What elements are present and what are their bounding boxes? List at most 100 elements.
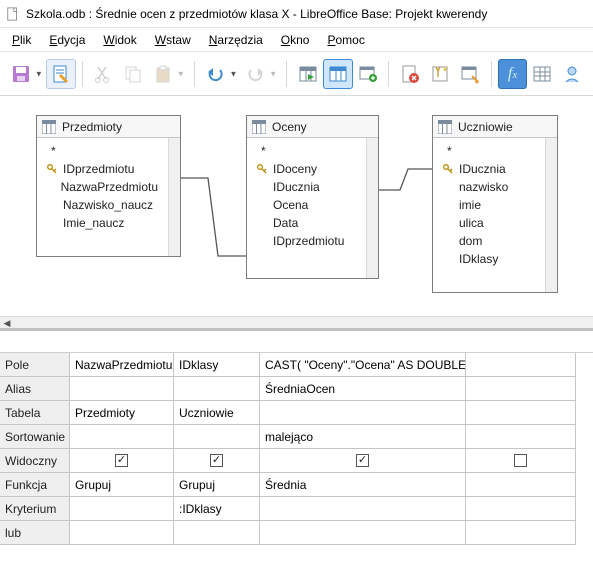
grid-lub-c4[interactable] xyxy=(466,521,576,545)
field-all[interactable]: * xyxy=(443,142,535,160)
field-idprzedmiotu[interactable]: IDprzedmiotu xyxy=(257,232,356,250)
paste-button[interactable]: ▼ xyxy=(148,59,178,89)
field-nazwisko-naucz[interactable]: Nazwisko_naucz xyxy=(47,196,158,214)
grid-alias-c4[interactable] xyxy=(466,377,576,401)
grid-sort-c2[interactable] xyxy=(174,425,260,449)
run-query-button[interactable] xyxy=(293,59,323,89)
grid-lub-c2[interactable] xyxy=(174,521,260,545)
grid-kryt-c4[interactable] xyxy=(466,497,576,521)
grid-pole-c2[interactable]: IDklasy xyxy=(174,353,260,377)
menu-narzedzia[interactable]: Narzędzia xyxy=(201,31,271,49)
grid-visible-c4[interactable] xyxy=(466,449,576,473)
cut-button[interactable] xyxy=(88,59,118,89)
save-button[interactable]: ▼ xyxy=(6,59,36,89)
field-ocena[interactable]: Ocena xyxy=(257,196,356,214)
grid-kryt-c1[interactable] xyxy=(70,497,174,521)
grid-kryt-c2[interactable]: :IDklasy xyxy=(174,497,260,521)
grid-alias-c3[interactable]: ŚredniaOcen xyxy=(260,377,466,401)
menu-okno[interactable]: Okno xyxy=(273,31,318,49)
grid-kryt-c3[interactable] xyxy=(260,497,466,521)
add-table-icon xyxy=(358,64,378,84)
scrollbar-horizontal[interactable]: ◀ xyxy=(0,316,593,328)
grid-visible-c3[interactable] xyxy=(260,449,466,473)
menu-widok[interactable]: Widok xyxy=(95,31,144,49)
grid-alias-c2[interactable] xyxy=(174,377,260,401)
grid-pole-c1[interactable]: NazwaPrzedmiotu xyxy=(70,353,174,377)
grid-funkcja-c3[interactable]: Średnia xyxy=(260,473,466,497)
grid-visible-c1[interactable] xyxy=(70,449,174,473)
add-table-button[interactable] xyxy=(353,59,383,89)
field-iducznia[interactable]: IDucznia xyxy=(257,178,356,196)
table-header[interactable]: Przedmioty xyxy=(37,116,180,138)
grid-sort-c1[interactable] xyxy=(70,425,174,449)
menu-pomoc[interactable]: Pomoc xyxy=(319,31,372,49)
field-iducznia[interactable]: IDucznia xyxy=(443,160,535,178)
table-header[interactable]: Uczniowie xyxy=(433,116,557,138)
properties-button[interactable] xyxy=(455,59,485,89)
grid-tabela-c4[interactable] xyxy=(466,401,576,425)
separator xyxy=(491,61,492,87)
undo-button[interactable]: ▼ xyxy=(201,59,231,89)
grid-funkcja-c1[interactable]: Grupuj xyxy=(70,473,174,497)
field-imie[interactable]: imie xyxy=(443,196,535,214)
edit-mode-button[interactable] xyxy=(46,59,76,89)
grid-visible-c2[interactable] xyxy=(174,449,260,473)
edit-file-icon xyxy=(51,64,71,84)
menu-plik[interactable]: Plik xyxy=(4,31,39,49)
table-grid-button[interactable] xyxy=(527,59,557,89)
grid-lub-c3[interactable] xyxy=(260,521,466,545)
grid-pole-c4[interactable] xyxy=(466,353,576,377)
menu-wstaw[interactable]: Wstaw xyxy=(147,31,199,49)
chevron-down-icon[interactable]: ▼ xyxy=(177,69,185,78)
redo-button[interactable]: ▼ xyxy=(240,59,270,89)
query-designer[interactable]: Przedmioty * IDprzedmiotu NazwaPrzedmiot… xyxy=(0,96,593,328)
field-dom[interactable]: dom xyxy=(443,232,535,250)
grid-pole-c3[interactable]: CAST( "Oceny"."Ocena" AS DOUBLE ) xyxy=(260,353,466,377)
grid-alias-c1[interactable] xyxy=(70,377,174,401)
grid-sort-c4[interactable] xyxy=(466,425,576,449)
field-all[interactable]: * xyxy=(257,142,356,160)
field-nazwaprzedmiotu[interactable]: NazwaPrzedmiotu xyxy=(47,178,158,196)
chevron-down-icon[interactable]: ▼ xyxy=(35,69,43,78)
grid-tabela-c3[interactable] xyxy=(260,401,466,425)
field-idoceny[interactable]: IDoceny xyxy=(257,160,356,178)
grid-lub-c1[interactable] xyxy=(70,521,174,545)
grid-tabela-c1[interactable]: Przedmioty xyxy=(70,401,174,425)
menu-edycja[interactable]: Edycja xyxy=(41,31,93,49)
field-all[interactable]: * xyxy=(47,142,158,160)
table-icon xyxy=(252,120,266,134)
copy-button[interactable] xyxy=(118,59,148,89)
functions-button[interactable]: fx xyxy=(498,59,528,89)
field-imie-naucz[interactable]: Imie_naucz xyxy=(47,214,158,232)
toolbar: ▼ ▼ ▼ ▼ fx xyxy=(0,52,593,96)
distinct-button[interactable] xyxy=(557,59,587,89)
scrollbar-vertical[interactable] xyxy=(168,138,180,256)
new-query-button[interactable] xyxy=(425,59,455,89)
row-label-pole: Pole xyxy=(0,353,70,377)
run-query-icon xyxy=(298,64,318,84)
chevron-down-icon[interactable]: ▼ xyxy=(230,69,238,78)
table-box-oceny[interactable]: Oceny * IDoceny IDucznia Ocena Data IDpr… xyxy=(246,115,379,279)
scrollbar-vertical[interactable] xyxy=(366,138,378,278)
grid-sort-c3[interactable]: malejąco xyxy=(260,425,466,449)
chevron-down-icon[interactable]: ▼ xyxy=(269,69,277,78)
grid-funkcja-c4[interactable] xyxy=(466,473,576,497)
table-field-list[interactable]: * IDucznia nazwisko imie ulica dom IDkla… xyxy=(433,138,545,292)
field-idklasy[interactable]: IDklasy xyxy=(443,250,535,268)
field-nazwisko[interactable]: nazwisko xyxy=(443,178,535,196)
table-field-list[interactable]: * IDoceny IDucznia Ocena Data IDprzedmio… xyxy=(247,138,366,278)
criteria-grid[interactable]: Pole NazwaPrzedmiotu IDklasy CAST( "Ocen… xyxy=(0,328,593,545)
delete-query-button[interactable] xyxy=(395,59,425,89)
table-box-przedmioty[interactable]: Przedmioty * IDprzedmiotu NazwaPrzedmiot… xyxy=(36,115,181,257)
field-data[interactable]: Data xyxy=(257,214,356,232)
table-field-list[interactable]: * IDprzedmiotu NazwaPrzedmiotu Nazwisko_… xyxy=(37,138,168,256)
table-header[interactable]: Oceny xyxy=(247,116,378,138)
grid-tabela-c2[interactable]: Uczniowie xyxy=(174,401,260,425)
grid-funkcja-c2[interactable]: Grupuj xyxy=(174,473,260,497)
table-box-uczniowie[interactable]: Uczniowie * IDucznia nazwisko imie ulica… xyxy=(432,115,558,293)
design-view-toggle[interactable] xyxy=(323,59,353,89)
field-idprzedmiotu[interactable]: IDprzedmiotu xyxy=(47,160,158,178)
cut-icon xyxy=(94,65,112,83)
scrollbar-vertical[interactable] xyxy=(545,138,557,292)
field-ulica[interactable]: ulica xyxy=(443,214,535,232)
